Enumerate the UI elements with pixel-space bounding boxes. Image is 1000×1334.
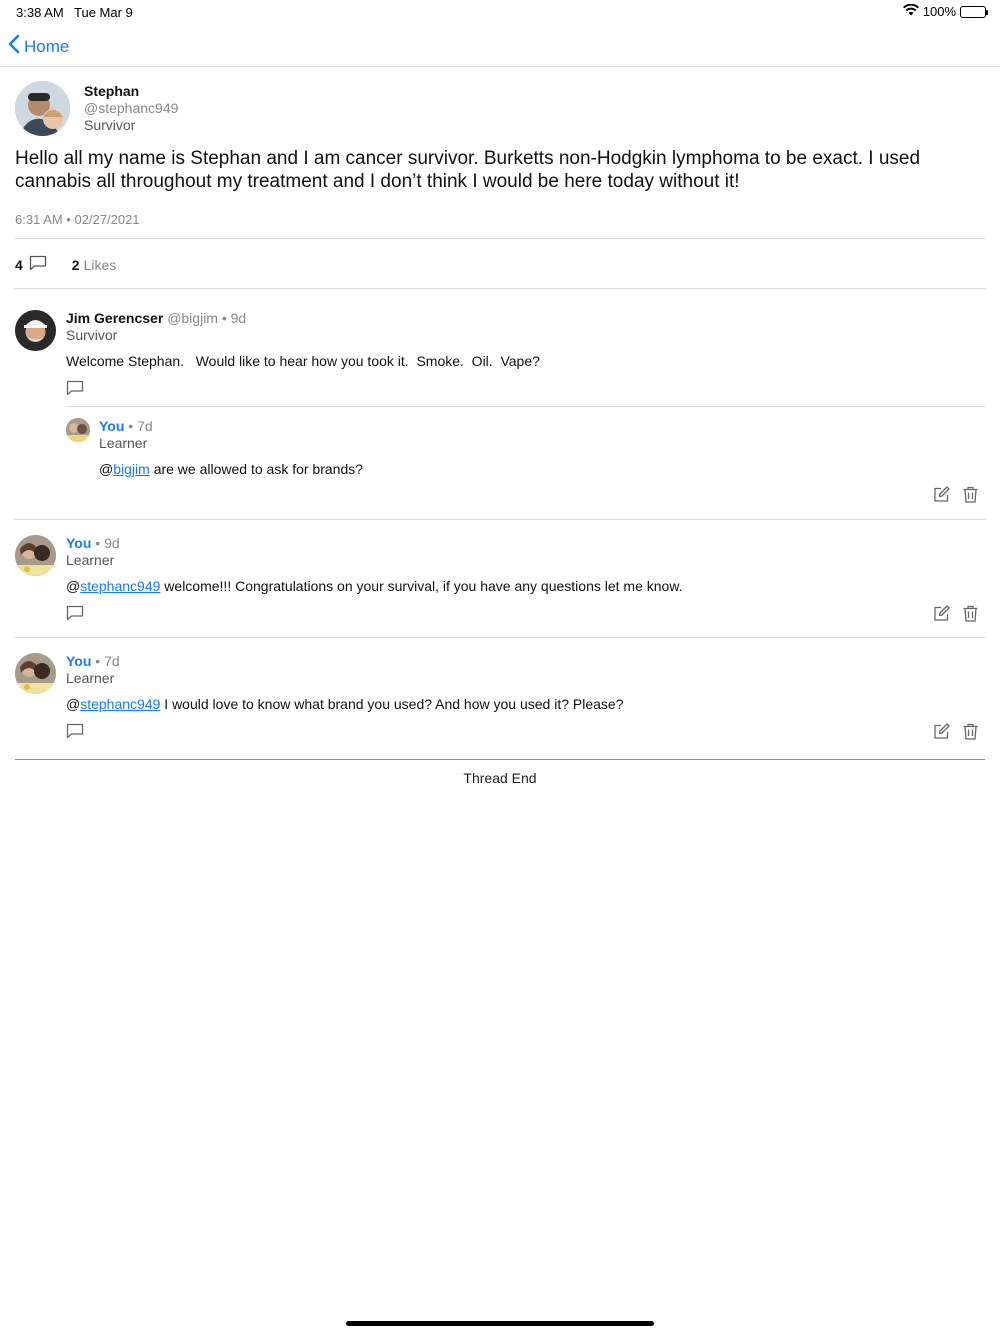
comment-author[interactable]: You [66,653,91,669]
comment-count-button[interactable]: 4 [15,255,47,274]
reply-icon[interactable] [66,380,84,396]
status-date: Tue Mar 9 [74,5,133,20]
comment-actions [933,605,979,622]
comment-header: You • 7d [66,653,120,669]
reply-icon[interactable] [66,723,84,739]
edit-icon[interactable] [933,723,950,740]
comment-author[interactable]: You [66,535,91,551]
mention-link[interactable]: stephanc949 [80,578,160,594]
back-label: Home [24,36,70,56]
reply-icon[interactable] [66,605,84,621]
edit-icon[interactable] [933,605,950,622]
likes-button[interactable]: 2 Likes [72,257,116,273]
comment-age: • 9d [221,310,247,326]
thread-end-label: Thread End [463,770,537,786]
at-sign: @ [66,696,81,712]
comment-handle: @bigjim [167,310,218,326]
home-indicator[interactable] [346,1321,654,1326]
nav-bar: Home [0,24,1000,67]
at-sign: @ [66,578,81,594]
comment-author[interactable]: Jim Gerencser [66,310,163,326]
comment-text-body: welcome!!! Congratulations on your survi… [164,578,683,594]
post-body: Hello all my name is Stephan and I am ca… [15,148,921,192]
post-author[interactable]: Stephan [84,83,139,99]
at-sign: @ [99,461,114,477]
reply-header: You • 7d [99,418,153,434]
trash-icon[interactable] [962,605,979,622]
avatar[interactable] [15,81,70,136]
reply-text-body: are we allowed to ask for brands? [153,461,364,477]
mention-link[interactable]: bigjim [113,461,150,477]
avatar[interactable] [66,418,90,442]
status-time: 3:38 AM [16,5,64,20]
battery-icon [960,5,988,18]
like-count: 2 [71,256,80,273]
reply-role: Learner [99,435,148,451]
comment-role: Learner [66,552,115,568]
trash-icon[interactable] [962,723,979,740]
reply-age: • 7d [128,418,153,434]
edit-icon[interactable] [933,486,950,503]
comment-icon [29,255,47,274]
divider [15,238,985,239]
chevron-left-icon [8,34,20,59]
divider [15,288,985,289]
comment-header: You • 9d [66,535,120,551]
avatar[interactable] [15,310,56,351]
comment-text: @stephanc949 I would love to know what b… [66,696,624,712]
status-bar: 3:38 AM Tue Mar 9 100% [0,0,1000,24]
post-timestamp: 6:31 AM • 02/27/2021 [15,212,140,227]
trash-icon[interactable] [962,486,979,503]
status-right: 100% [902,3,988,19]
like-label: Likes [83,256,117,273]
comment-header: Jim Gerencser @bigjim • 9d [66,310,246,326]
comment-role: Learner [66,670,115,686]
post-stats: 4 2 Likes [15,255,116,274]
reply-actions [933,486,979,503]
avatar[interactable] [15,653,56,694]
comment-role: Survivor [66,327,118,343]
mention-link[interactable]: stephanc949 [80,696,160,712]
comment-age: • 9d [95,535,120,551]
avatar[interactable] [15,535,56,576]
comment-age: • 7d [95,653,120,669]
post-handle: @stephanc949 [84,100,179,116]
divider [15,519,985,520]
reply-text: @bigjim are we allowed to ask for brands… [99,461,363,477]
back-button[interactable]: Home [8,34,69,59]
comment-text: @stephanc949 welcome!!! Congratulations … [66,578,683,594]
battery-percent: 100% [922,4,956,19]
post-role: Survivor [84,117,136,133]
comment-actions [933,723,979,740]
wifi-icon [902,3,919,19]
comment-count: 4 [15,256,23,273]
divider [15,637,985,638]
divider [66,406,985,407]
thread-end-divider [15,759,985,760]
reply-author[interactable]: You [99,418,124,434]
comment-text-body: I would love to know what brand you used… [164,696,624,712]
comment-text: Welcome Stephan. Would like to hear how … [66,353,540,369]
